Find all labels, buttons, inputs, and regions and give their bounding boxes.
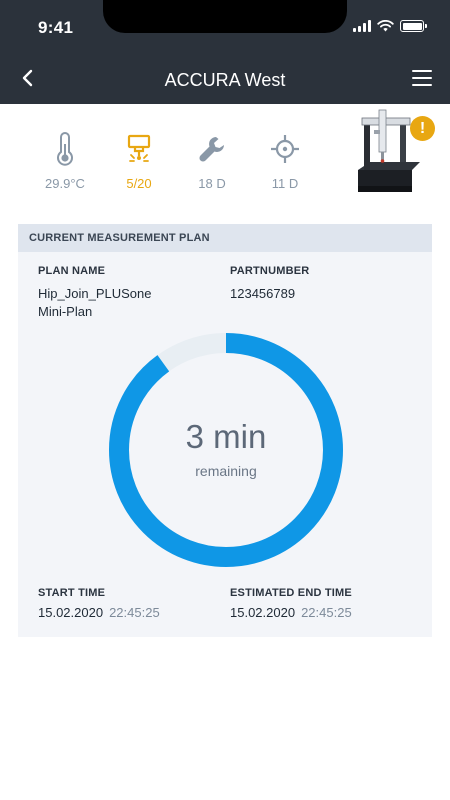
maintenance-value: 18 D <box>198 176 226 191</box>
cmm-machine-image[interactable] <box>350 108 420 200</box>
cellular-signal-icon <box>353 20 371 32</box>
maintenance-kpi[interactable]: 18 D <box>177 130 247 191</box>
probe-value: 5/20 <box>126 176 152 191</box>
wrench-icon <box>199 137 224 162</box>
partnumber-label: PARTNUMBER <box>230 265 310 277</box>
probe-kpi[interactable]: 5/20 <box>104 130 174 191</box>
measurement-plan-card: CURRENT MEASUREMENT PLAN PLAN NAME Hip_J… <box>18 224 432 637</box>
start-date: 15.02.2020 <box>38 605 104 620</box>
end-clock: 22:45:25 <box>301 605 352 620</box>
calibration-kpi[interactable]: 11 D <box>250 130 320 191</box>
plan-name-label: PLAN NAME <box>38 265 106 277</box>
remaining-label: remaining <box>195 463 257 479</box>
thermometer-icon <box>57 132 73 166</box>
end-time-label: ESTIMATED END TIME <box>230 587 352 599</box>
page-title: ACCURA West <box>164 70 286 90</box>
end-time-value: 15.02.2020 22:45:25 <box>230 604 352 622</box>
device-notch <box>103 0 347 33</box>
plan-name-value: Hip_Join_PLUSone Mini-Plan <box>38 285 151 321</box>
status-icons <box>353 20 427 32</box>
partnumber-value: 123456789 <box>230 286 296 301</box>
top-header: 9:41 ACCURA West <box>0 0 450 104</box>
battery-icon <box>400 20 427 32</box>
end-date: 15.02.2020 <box>230 605 296 620</box>
remaining-time: 3 min <box>185 418 267 455</box>
crosshair-icon <box>271 135 299 163</box>
wifi-icon <box>377 20 394 32</box>
calibration-value: 11 D <box>271 176 299 191</box>
temperature-value: 29.9°C <box>45 176 85 191</box>
start-time-label: START TIME <box>38 587 106 599</box>
status-time: 9:41 <box>38 18 74 37</box>
temperature-kpi[interactable]: 29.9°C <box>30 130 100 191</box>
plan-name-line1: Hip_Join_PLUSone <box>38 286 152 301</box>
start-time-value: 15.02.2020 22:45:25 <box>38 604 160 622</box>
progress-ring-label: 3 min remaining <box>106 330 346 570</box>
alert-badge[interactable]: ! <box>410 116 435 141</box>
plan-name-line2: Mini-Plan <box>38 304 93 319</box>
card-title: CURRENT MEASUREMENT PLAN <box>18 224 432 252</box>
hamburger-menu-icon[interactable] <box>412 70 432 86</box>
start-clock: 22:45:25 <box>109 605 160 620</box>
probe-icon <box>127 134 151 162</box>
